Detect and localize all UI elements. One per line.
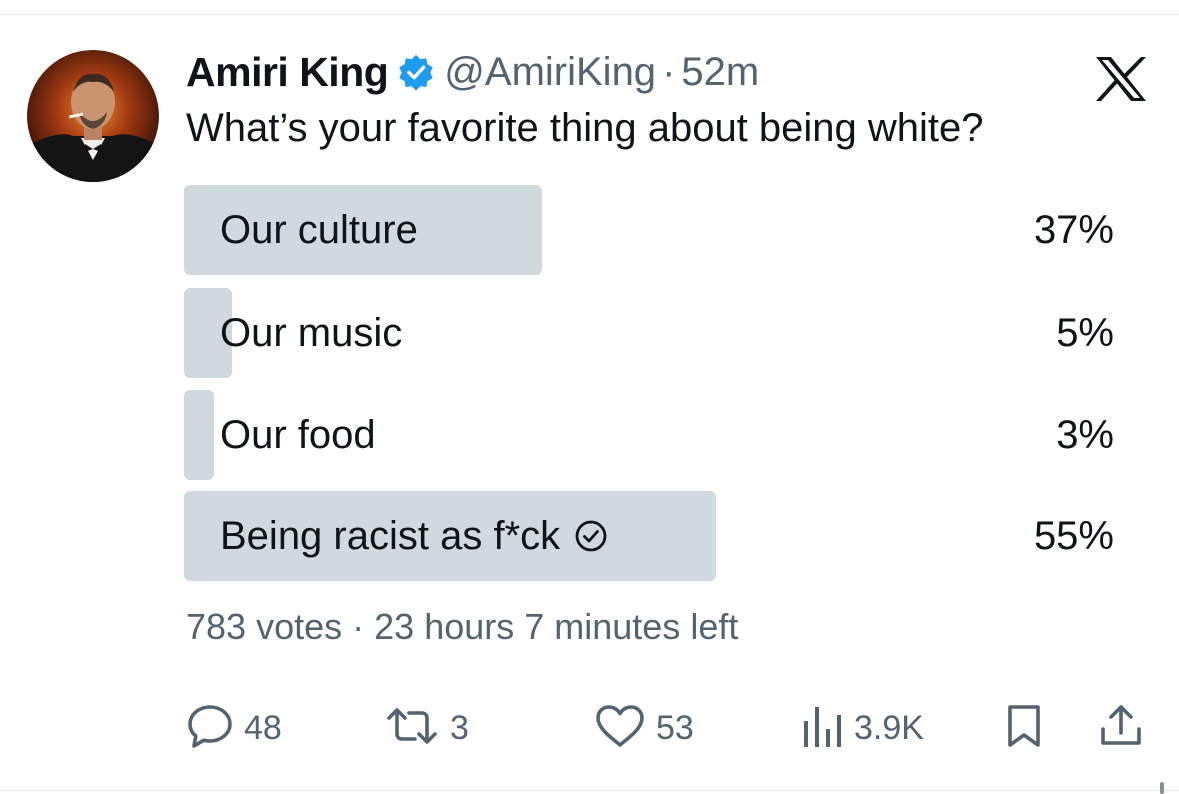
scrollbar[interactable] xyxy=(1160,782,1164,794)
reply-count: 48 xyxy=(244,708,282,747)
author-handle[interactable]: @AmiriKing xyxy=(444,50,656,95)
share-button[interactable] xyxy=(1098,700,1144,756)
retweet-button[interactable]: 3 xyxy=(384,700,469,756)
poll-option-percent: 55% xyxy=(1033,514,1114,558)
like-icon xyxy=(594,703,646,754)
poll-option-label: Our food xyxy=(220,413,376,457)
reply-button[interactable]: 48 xyxy=(186,700,282,756)
poll-option[interactable]: Being racist as f*ck 55% xyxy=(184,491,1114,581)
header-separator: · xyxy=(662,49,676,94)
check-circle-icon xyxy=(574,519,608,553)
tweet-timestamp[interactable]: 52m xyxy=(681,50,759,95)
avatar[interactable] xyxy=(27,50,159,182)
poll-option-percent: 3% xyxy=(1056,413,1114,457)
bookmark-button[interactable] xyxy=(1004,700,1044,756)
reply-icon xyxy=(186,703,234,754)
poll-votes: 783 votes xyxy=(186,606,343,647)
share-icon xyxy=(1098,703,1144,754)
like-button[interactable]: 53 xyxy=(594,700,694,756)
retweet-icon xyxy=(384,703,440,754)
tweet-header: Amiri King @AmiriKing · 52m xyxy=(186,44,759,100)
poll-bar-fill xyxy=(184,390,214,480)
top-divider xyxy=(0,14,1179,15)
poll-option-label: Being racist as f*ck xyxy=(220,514,561,558)
poll-option[interactable]: Our food 3% xyxy=(184,390,1114,480)
poll-option-label: Our music xyxy=(220,311,403,355)
like-count: 53 xyxy=(656,708,694,747)
poll-option-label: Our culture xyxy=(220,208,418,252)
views-count: 3.9K xyxy=(854,708,924,747)
poll-time-left: 23 hours 7 minutes left xyxy=(374,606,739,647)
bookmark-icon xyxy=(1004,703,1044,754)
poll-option-percent: 5% xyxy=(1056,311,1114,355)
retweet-count: 3 xyxy=(450,708,469,747)
poll-meta: 783 votes · 23 hours 7 minutes left xyxy=(186,606,738,648)
verified-badge-icon xyxy=(397,53,435,91)
author-name[interactable]: Amiri King xyxy=(186,49,389,96)
x-logo-icon[interactable] xyxy=(1094,56,1148,102)
tweet-text: What’s your favorite thing about being w… xyxy=(186,106,984,150)
views-icon xyxy=(800,703,844,754)
poll-option-percent: 37% xyxy=(1033,208,1114,252)
views-button[interactable]: 3.9K xyxy=(800,700,924,756)
bottom-divider xyxy=(0,790,1179,791)
poll-option[interactable]: Our culture 37% xyxy=(184,185,1114,275)
poll-option[interactable]: Our music 5% xyxy=(184,288,1114,378)
poll-meta-separator: · xyxy=(352,606,365,647)
